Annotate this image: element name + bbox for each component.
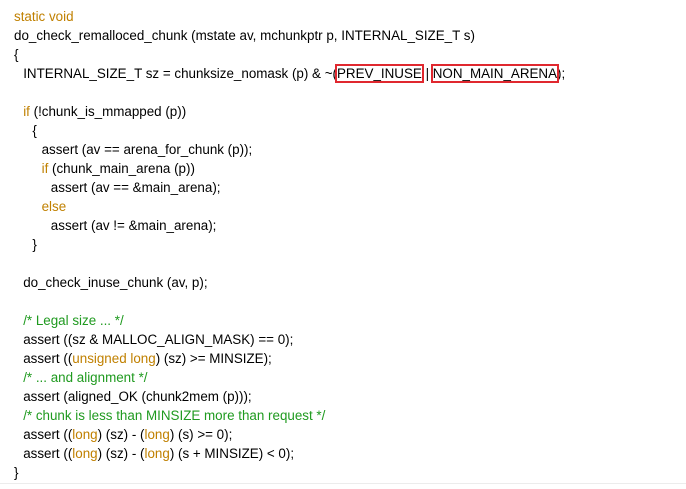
code-token: ) (s + MINSIZE) < 0); <box>169 446 295 461</box>
code-line: do_check_inuse_chunk (av, p); <box>23 273 207 292</box>
code-line: } <box>32 235 36 254</box>
code-token: { <box>14 47 19 62</box>
highlighted-token: PREV_INUSE <box>335 64 424 83</box>
code-token: assert (av == &main_arena); <box>50 180 221 195</box>
code-token: assert (aligned_OK (chunk2mem (p))); <box>23 389 252 404</box>
code-token: ) (s) >= 0); <box>169 427 233 442</box>
code-token: ) (sz) - ( <box>97 446 145 461</box>
code-line: assert (aligned_OK (chunk2mem (p))); <box>23 387 251 406</box>
code-line: /* ... and alignment */ <box>23 368 147 387</box>
code-line: { <box>14 45 18 64</box>
code-token: | <box>421 66 433 81</box>
code-token: INTERNAL_SIZE_T sz = chunksize_nomask (p… <box>23 66 337 81</box>
code-line: assert ((unsigned long) (sz) >= MINSIZE)… <box>23 349 272 368</box>
keyword-token: long <box>72 427 98 442</box>
code-line: assert ((long) (sz) - (long) (s) >= 0); <box>23 425 232 444</box>
code-line: { <box>32 121 36 140</box>
code-token: ); <box>557 66 566 81</box>
code-token: (chunk_main_arena (p)) <box>48 161 195 176</box>
code-line: /* Legal size ... */ <box>23 311 123 330</box>
code-line: static void <box>14 7 74 26</box>
code-token: assert (( <box>23 427 73 442</box>
keyword-token: static void <box>14 9 74 24</box>
code-token: assert ((sz & MALLOC_ALIGN_MASK) == 0); <box>23 332 294 347</box>
code-token: ) (sz) - ( <box>97 427 145 442</box>
code-line: assert (av == arena_for_chunk (p)); <box>42 140 253 159</box>
code-token: } <box>14 465 19 480</box>
code-token: assert (av != &main_arena); <box>50 218 217 233</box>
keyword-token: unsigned long <box>72 351 156 366</box>
code-line: assert (av == &main_arena); <box>51 178 221 197</box>
code-token: ) (sz) >= MINSIZE); <box>155 351 272 366</box>
code-line: INTERNAL_SIZE_T sz = chunksize_nomask (p… <box>23 64 565 83</box>
code-token: do_check_inuse_chunk (av, p); <box>23 275 208 290</box>
code-line: assert (av != &main_arena); <box>51 216 217 235</box>
code-token: } <box>32 237 37 252</box>
highlighted-token: NON_MAIN_ARENA <box>430 64 560 83</box>
code-token: assert (( <box>23 446 73 461</box>
keyword-token: long <box>144 446 170 461</box>
keyword-token: long <box>72 446 98 461</box>
code-line: if (!chunk_is_mmapped (p)) <box>23 102 186 121</box>
code-view: static void do_check_remalloced_chunk (ms… <box>0 0 686 489</box>
code-line: else <box>42 197 67 216</box>
code-token: assert (av == arena_for_chunk (p)); <box>41 142 253 157</box>
code-line: do_check_remalloced_chunk (mstate av, mc… <box>14 26 475 45</box>
code-line: } <box>14 463 18 482</box>
code-line: assert ((long) (sz) - (long) (s + MINSIZ… <box>23 444 294 463</box>
comment-token: /* ... and alignment */ <box>23 370 148 385</box>
code-token: do_check_remalloced_chunk (mstate av, mc… <box>14 28 475 43</box>
bottom-divider <box>0 483 686 484</box>
code-line: /* chunk is less than MINSIZE more than … <box>23 406 325 425</box>
code-line: if (chunk_main_arena (p)) <box>42 159 195 178</box>
comment-token: /* chunk is less than MINSIZE more than … <box>23 408 326 423</box>
keyword-token: if <box>23 104 30 119</box>
code-token: { <box>32 123 37 138</box>
comment-token: /* Legal size ... */ <box>23 313 124 328</box>
keyword-token: long <box>144 427 170 442</box>
code-token: assert (( <box>23 351 73 366</box>
code-line: assert ((sz & MALLOC_ALIGN_MASK) == 0); <box>23 330 293 349</box>
code-token: (!chunk_is_mmapped (p)) <box>29 104 187 119</box>
keyword-token: else <box>41 199 67 214</box>
